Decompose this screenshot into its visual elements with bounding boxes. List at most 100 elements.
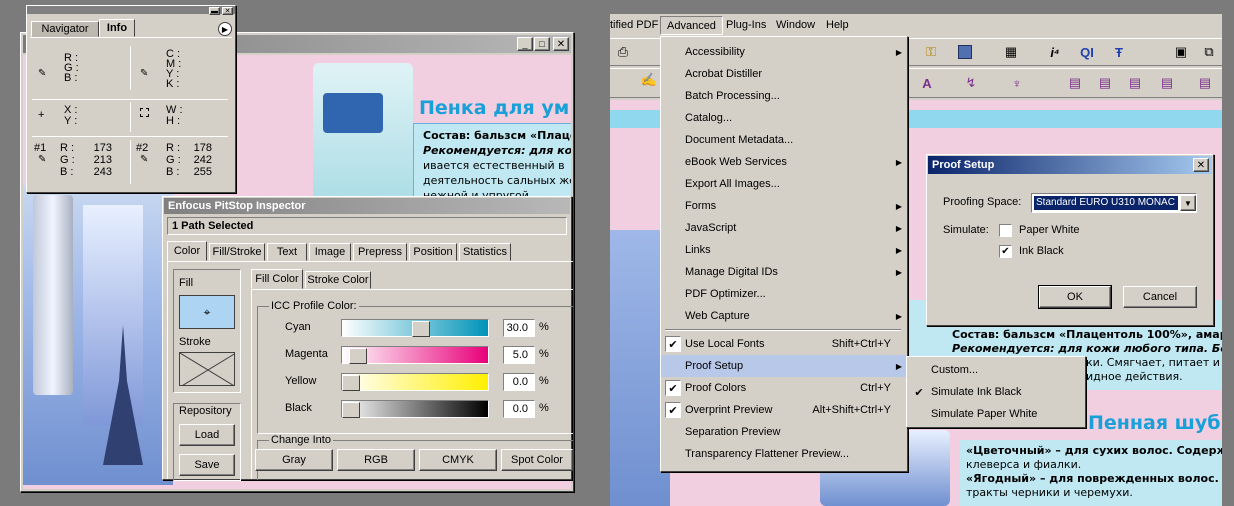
- maximize-button[interactable]: □: [534, 37, 550, 51]
- menu-item-use-local-fonts[interactable]: ✔ Use Local Fonts Shift+Ctrl+Y: [661, 333, 907, 355]
- paper-white-checkbox[interactable]: [999, 224, 1012, 237]
- save-button[interactable]: Save: [179, 454, 235, 476]
- menu-item-transparency-flattener-preview[interactable]: Transparency Flattener Preview...: [661, 443, 907, 465]
- menu-item-acrobat-distiller[interactable]: Acrobat Distiller: [661, 63, 907, 85]
- fill-swatch[interactable]: ⌖: [179, 295, 235, 329]
- tab-color[interactable]: Color: [167, 241, 207, 261]
- tab-statistics[interactable]: Statistics: [459, 243, 511, 261]
- menu-item-export-all-images[interactable]: Export All Images...: [661, 173, 907, 195]
- palette-close-button[interactable]: ✕: [222, 7, 233, 15]
- text-insert-icon[interactable]: i⁴: [1044, 41, 1066, 63]
- key-icon[interactable]: ⚿: [920, 41, 942, 63]
- action-icon-5[interactable]: ▤: [1194, 72, 1216, 94]
- dialog-titlebar[interactable]: Proof Setup: [928, 156, 1212, 174]
- menu-advanced[interactable]: Advanced: [660, 16, 723, 35]
- text-tool-icon[interactable]: Ŧ: [1108, 41, 1130, 63]
- chevron-down-icon[interactable]: ▼: [1180, 195, 1196, 211]
- channel-value-field[interactable]: 0.0: [503, 400, 535, 418]
- submenu-arrow-icon: ▶: [895, 361, 902, 371]
- close-button[interactable]: ✕: [553, 37, 569, 51]
- menu-item-separation-preview[interactable]: Separation Preview: [661, 421, 907, 443]
- menu-item-proof-colors[interactable]: ✔ Proof Colors Ctrl+Y: [661, 377, 907, 399]
- film-icon[interactable]: ▦: [1000, 41, 1022, 63]
- slider-thumb[interactable]: [342, 402, 360, 418]
- palette-grip[interactable]: [27, 6, 235, 14]
- tab-fill-stroke[interactable]: Fill/Stroke: [209, 243, 265, 261]
- cmyk-button[interactable]: CMYK: [419, 449, 497, 471]
- menu-item-manage-digital-ids[interactable]: Manage Digital IDs ▶: [661, 261, 907, 283]
- slider-thumb[interactable]: [412, 321, 430, 337]
- tab-prepress[interactable]: Prepress: [353, 243, 407, 261]
- channel-value-field[interactable]: 30.0: [503, 319, 535, 337]
- menu-item-web-capture[interactable]: Web Capture ▶: [661, 305, 907, 327]
- channel-slider[interactable]: [341, 400, 489, 418]
- submenu-item-simulate-paper-white[interactable]: Simulate Paper White: [907, 403, 1085, 425]
- channel-value-field[interactable]: 0.0: [503, 373, 535, 391]
- printer-icon[interactable]: ⎙: [612, 41, 634, 63]
- repository-label: Repository: [179, 405, 232, 417]
- slider-thumb[interactable]: [349, 348, 367, 364]
- menu-item-proof-setup[interactable]: Proof Setup ▶: [661, 355, 907, 377]
- ok-button[interactable]: OK: [1039, 286, 1111, 308]
- menu-plug-ins[interactable]: Plug-Ins: [726, 19, 766, 31]
- object-tool-icon[interactable]: ♆: [1006, 72, 1028, 94]
- subtab-stroke-color[interactable]: Stroke Color: [305, 271, 371, 289]
- tab-navigator[interactable]: Navigator: [31, 21, 99, 37]
- menu-item-label: Use Local Fonts: [685, 338, 765, 350]
- palette-minimize-button[interactable]: ▬: [209, 7, 220, 15]
- load-button[interactable]: Load: [179, 424, 235, 446]
- pages-icon[interactable]: ⧉: [1198, 41, 1220, 63]
- menu-item-catalog[interactable]: Catalog...: [661, 107, 907, 129]
- spot-color-button[interactable]: Spot Color: [501, 449, 573, 471]
- menu-item-overprint-preview[interactable]: ✔ Overprint Preview Alt+Shift+Ctrl+Y: [661, 399, 907, 421]
- menu-item-links[interactable]: Links ▶: [661, 239, 907, 261]
- menu-window[interactable]: Window: [776, 19, 815, 31]
- tab-image[interactable]: Image: [309, 243, 351, 261]
- tab-text[interactable]: Text: [267, 243, 307, 261]
- dialog-close-button[interactable]: ✕: [1193, 158, 1209, 172]
- inspector-titlebar[interactable]: Enfocus PitStop Inspector: [164, 198, 570, 214]
- doc2-line-1: клеверса и фиалки.: [966, 458, 1082, 471]
- tab-position[interactable]: Position: [409, 243, 457, 261]
- submenu-item-custom[interactable]: Custom...: [907, 359, 1085, 381]
- menu-item-label: Export All Images...: [685, 178, 780, 190]
- menu-help[interactable]: Help: [826, 19, 849, 31]
- stroke-swatch[interactable]: [179, 352, 235, 386]
- channel-value-field[interactable]: 5.0: [503, 346, 535, 364]
- tab-info[interactable]: Info: [99, 19, 135, 37]
- pointer-icon[interactable]: ✍: [638, 69, 660, 91]
- menu-item-accessibility[interactable]: Accessibility ▶: [661, 41, 907, 63]
- minimize-button[interactable]: _: [517, 37, 533, 51]
- palette-menu-icon[interactable]: ▶: [218, 22, 232, 36]
- action-icon-2[interactable]: ▤: [1094, 72, 1116, 94]
- qi-icon[interactable]: QI: [1076, 41, 1098, 63]
- action-icon-4[interactable]: ▤: [1156, 72, 1178, 94]
- submenu-item-simulate-ink-black[interactable]: ✔ Simulate Ink Black: [907, 381, 1085, 403]
- menu-item-ebook-web-services[interactable]: eBook Web Services ▶: [661, 151, 907, 173]
- action-icon-1[interactable]: ▤: [1064, 72, 1086, 94]
- channel-slider[interactable]: [341, 373, 489, 391]
- channel-label: Yellow: [285, 375, 317, 387]
- action-icon-3[interactable]: ▤: [1124, 72, 1146, 94]
- gray-button[interactable]: Gray: [255, 449, 333, 471]
- menu-item-forms[interactable]: Forms ▶: [661, 195, 907, 217]
- channel-slider[interactable]: [341, 319, 489, 337]
- menu-item-javascript[interactable]: JavaScript ▶: [661, 217, 907, 239]
- ink-black-checkbox[interactable]: ✔: [999, 245, 1012, 258]
- proofing-space-select[interactable]: Standard EURO U310 MONAC ▼: [1031, 193, 1197, 213]
- slider-thumb[interactable]: [342, 375, 360, 391]
- page-tool-icon[interactable]: ▣: [1170, 41, 1192, 63]
- menu-item-pdf-optimizer[interactable]: PDF Optimizer...: [661, 283, 907, 305]
- rectangle-icon[interactable]: [954, 41, 976, 63]
- channel-slider[interactable]: [341, 346, 489, 364]
- eyedropper-icon: ✎: [140, 154, 149, 165]
- subtab-fill-color[interactable]: Fill Color: [251, 269, 303, 289]
- rgb-button[interactable]: RGB: [337, 449, 415, 471]
- cancel-button[interactable]: Cancel: [1123, 286, 1197, 308]
- font-icon[interactable]: A: [916, 72, 938, 94]
- menu-certified-pdf[interactable]: tified PDF: [610, 19, 658, 31]
- lasso-icon[interactable]: ↯: [960, 72, 982, 94]
- menu-item-document-metadata[interactable]: Document Metadata...: [661, 129, 907, 151]
- menu-item-label: JavaScript: [685, 222, 737, 234]
- menu-item-batch-processing[interactable]: Batch Processing...: [661, 85, 907, 107]
